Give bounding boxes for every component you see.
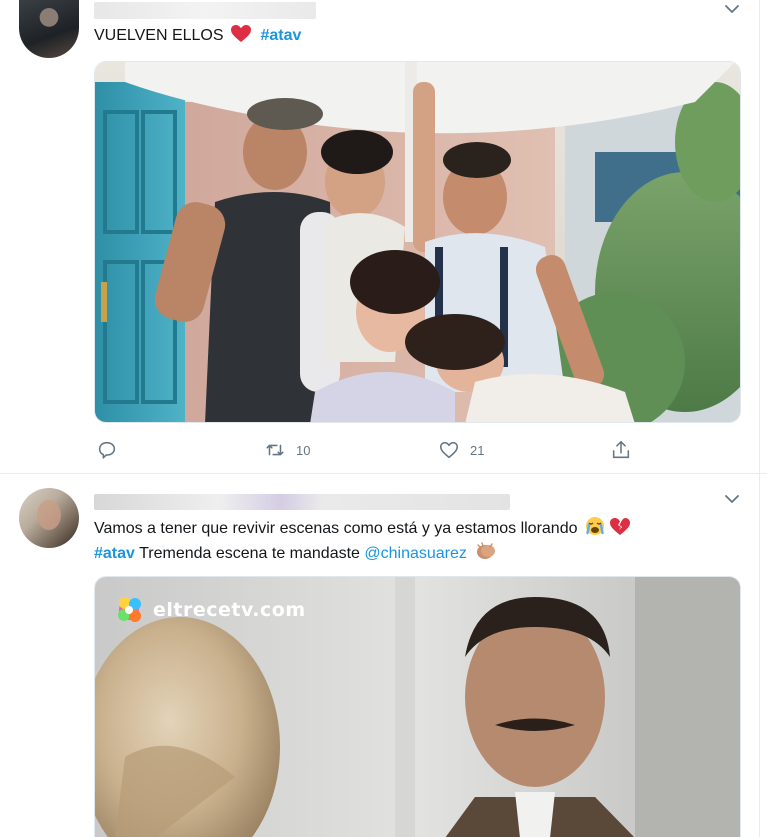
crying-face-icon — [585, 517, 604, 535]
tweet-1-actions: 10 21 — [94, 438, 654, 462]
group-photo-image — [95, 62, 740, 422]
heart-icon — [231, 25, 251, 42]
tweet-2-video[interactable]: eltrecetv.com — [94, 576, 741, 837]
hashtag-link[interactable]: #atav — [260, 27, 301, 44]
retweet-icon — [266, 444, 284, 456]
tweet-1-main-text: VUELVEN ELLOS — [94, 27, 224, 44]
like-count: 21 — [470, 442, 485, 458]
blurred-username-1 — [94, 2, 316, 19]
blurred-username-2 — [94, 494, 510, 510]
retweet-button[interactable]: 10 — [264, 438, 310, 462]
reply-icon — [98, 441, 116, 459]
share-icon — [612, 440, 630, 459]
channel-logo-icon — [118, 597, 141, 622]
chevron-down-icon[interactable] — [724, 493, 740, 505]
avatar-user-1[interactable] — [19, 0, 79, 58]
share-button[interactable] — [610, 438, 632, 462]
avatar-user-2[interactable] — [19, 488, 79, 548]
tweet-1-text: VUELVEN ELLOS #atav — [94, 24, 301, 47]
hashtag-link[interactable]: #atav — [94, 545, 135, 562]
tweet-2-body-cont: Tremenda escena te mandaste — [134, 545, 365, 562]
retweet-count: 10 — [296, 442, 311, 458]
mention-link[interactable]: @chinasuarez — [364, 545, 467, 562]
like-heart-icon — [439, 441, 459, 459]
tweet-2-body: Vamos a tener que revivir escenas como e… — [94, 520, 578, 537]
clapping-hands-icon — [477, 542, 496, 559]
chevron-down-icon[interactable] — [724, 3, 740, 15]
broken-heart-icon — [610, 518, 631, 535]
like-button[interactable]: 21 — [438, 438, 484, 462]
reply-button[interactable] — [96, 438, 118, 462]
tweet-2-text-line-2: #atav Tremenda escena te mandaste @china… — [94, 541, 497, 565]
tweet-1-photo[interactable] — [94, 61, 741, 423]
watermark-text: eltrecetv.com — [153, 599, 306, 621]
tweet-2-text-line-1: Vamos a tener que revivir escenas como e… — [94, 516, 631, 540]
